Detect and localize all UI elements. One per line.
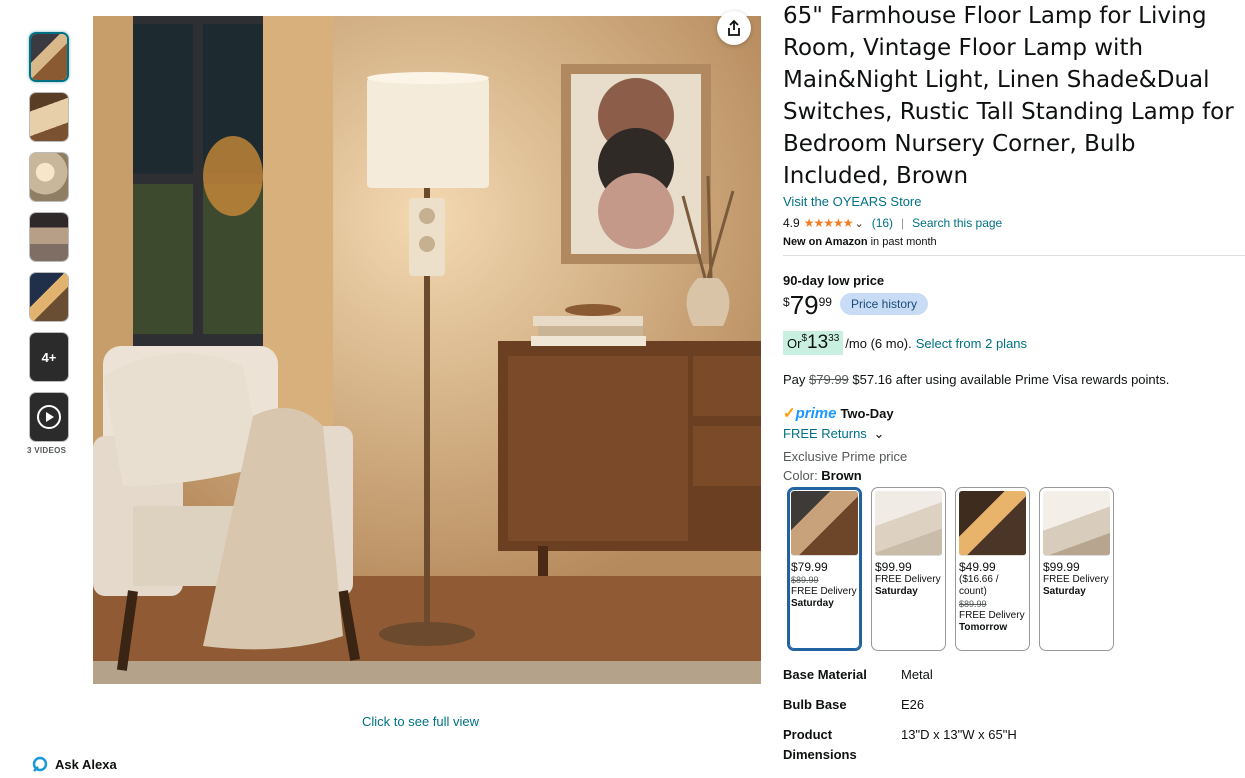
- swatch-delivery-day: Saturday: [791, 598, 834, 609]
- ask-alexa-label: Ask Alexa: [55, 756, 117, 772]
- two-day-label: Two-Day: [840, 405, 894, 421]
- more-images-label: 4+: [41, 349, 57, 365]
- new-label: New on Amazon: [783, 236, 868, 248]
- monthly-price-badge: Or $ 13 33: [783, 331, 844, 355]
- play-icon: [37, 405, 61, 429]
- thumbnail-5[interactable]: [29, 272, 69, 322]
- rating-value: 4.9: [783, 216, 800, 230]
- more-images-thumbnail[interactable]: 4+: [29, 332, 69, 382]
- swatch-image: [1043, 491, 1110, 556]
- star-rating-icon[interactable]: ★★★★★: [804, 216, 854, 230]
- swatch-price: $99.99: [1043, 560, 1080, 574]
- color-value: Brown: [821, 468, 862, 483]
- swatch-delivery: FREE Delivery: [959, 610, 1025, 621]
- swatch-delivery-day: Saturday: [875, 586, 918, 597]
- swatch-old-price: $89.99: [791, 575, 819, 585]
- prime-check-icon: ✓: [783, 405, 796, 422]
- price-currency: $: [783, 295, 790, 309]
- free-returns-label: FREE Returns: [783, 426, 867, 441]
- swatch-option[interactable]: $79.99 $89.99 FREE Delivery Saturday: [787, 487, 862, 651]
- thumbnail-4[interactable]: [29, 212, 69, 262]
- thumbnail-list: 4+: [29, 32, 69, 452]
- main-product-image[interactable]: [93, 16, 761, 684]
- spec-value: Metal: [901, 667, 933, 682]
- divider: [783, 255, 1245, 256]
- product-title: 65" Farmhouse Floor Lamp for Living Room…: [783, 3, 1234, 189]
- exclusive-prime-price: Exclusive Prime price: [783, 449, 908, 464]
- swatch-delivery-day: Saturday: [1043, 586, 1086, 597]
- lamp-scene-image: [93, 16, 761, 684]
- new-on-amazon: New on Amazon in past month: [783, 236, 1238, 248]
- swatch-delivery-day: Tomorrow: [959, 622, 1008, 633]
- swatch-price: $49.99: [959, 560, 996, 574]
- swatch-image: [875, 491, 942, 556]
- full-view-link[interactable]: Click to see full view: [362, 714, 479, 729]
- spec-key: Bulb Base: [783, 697, 847, 712]
- swatch-option[interactable]: $99.99 FREE Delivery Saturday: [1039, 487, 1114, 651]
- swatch-option[interactable]: $49.99 ($16.66 / count) $89.99 FREE Deli…: [955, 487, 1030, 651]
- spec-value: E26: [901, 697, 925, 712]
- spec-row: Base Material Metal: [783, 665, 1238, 685]
- swatch-old-price: $89.99: [959, 599, 987, 609]
- ask-alexa-button[interactable]: Ask Alexa: [32, 756, 117, 772]
- swatch-option[interactable]: $99.99 FREE Delivery Saturday: [871, 487, 946, 651]
- free-returns-link[interactable]: FREE Returns ⌄: [783, 426, 1238, 442]
- color-selection-label: Color: Brown: [783, 468, 1238, 483]
- thumbnail-3[interactable]: [29, 152, 69, 202]
- monthly-whole: 13: [807, 332, 829, 353]
- swatch-image: [959, 491, 1026, 556]
- thumbnail-2[interactable]: [29, 92, 69, 142]
- spec-key: Base Material: [783, 667, 867, 682]
- swatch-unit-price: ($16.66 / count): [959, 574, 999, 597]
- prime-logo: prime: [795, 404, 837, 422]
- store-link[interactable]: Visit the OYEARS Store: [783, 194, 1238, 209]
- share-icon: [728, 19, 740, 36]
- spec-table: Base Material Metal Bulb Base E26 Produc…: [783, 665, 1238, 765]
- thumbnail-1[interactable]: [29, 32, 69, 82]
- monthly-prefix: Or: [787, 336, 802, 351]
- swatch-delivery: FREE Delivery: [1043, 574, 1109, 585]
- alexa-icon: [32, 756, 48, 772]
- chevron-down-icon[interactable]: ⌄: [854, 217, 863, 230]
- color-swatches: $79.99 $89.99 FREE Delivery Saturday $99…: [787, 487, 1238, 651]
- spec-row: Bulb Base E26: [783, 695, 1238, 715]
- pay-old-price: $79.99: [809, 372, 849, 387]
- new-suffix: in past month: [867, 236, 937, 248]
- spec-row: Product Dimensions 13"D x 13"W x 65"H: [783, 725, 1238, 765]
- color-label: Color:: [783, 468, 822, 483]
- price-whole: 79: [789, 290, 819, 320]
- spec-key: Product Dimensions: [783, 727, 857, 762]
- swatch-image: [791, 491, 858, 556]
- share-button[interactable]: [717, 11, 751, 45]
- videos-count-label: 3 VIDEOS: [27, 446, 67, 455]
- rating-row: 4.9 ★★★★★ ⌄ (16) | Search this page: [783, 216, 1238, 230]
- video-thumbnail[interactable]: [29, 392, 69, 442]
- search-page-link[interactable]: Search this page: [912, 216, 1002, 230]
- price-row: $ 79 99 Price history: [783, 292, 1238, 318]
- monthly-payment-row: Or $ 13 33 /mo (6 mo). Select from 2 pla…: [783, 331, 1238, 355]
- select-plans-link[interactable]: Select from 2 plans: [916, 336, 1027, 351]
- pay-text: $57.16 after using available Prime Visa …: [848, 372, 1170, 387]
- divider: |: [901, 216, 905, 230]
- low-price-label: 90-day low price: [783, 273, 885, 288]
- review-count-link[interactable]: (16): [872, 216, 893, 230]
- monthly-suffix: /mo (6 mo).: [845, 335, 912, 351]
- chevron-down-icon: ⌄: [873, 426, 885, 441]
- prime-badge: ✓ prime Two-Day: [783, 404, 1238, 423]
- price-history-button[interactable]: Price history: [839, 293, 928, 315]
- swatch-price: $79.99: [791, 560, 828, 574]
- price-fraction: 99: [818, 295, 832, 309]
- spec-value: 13"D x 13"W x 65"H: [901, 727, 1017, 742]
- monthly-fraction: 33: [828, 333, 840, 344]
- pay-prefix: Pay: [783, 372, 810, 387]
- prime-visa-row: Pay $79.99 $57.16 after using available …: [783, 372, 1238, 387]
- swatch-delivery: FREE Delivery: [875, 574, 941, 585]
- swatch-delivery: FREE Delivery: [791, 586, 857, 597]
- product-details: 65" Farmhouse Floor Lamp for Living Room…: [783, 0, 1245, 775]
- swatch-price: $99.99: [875, 560, 912, 574]
